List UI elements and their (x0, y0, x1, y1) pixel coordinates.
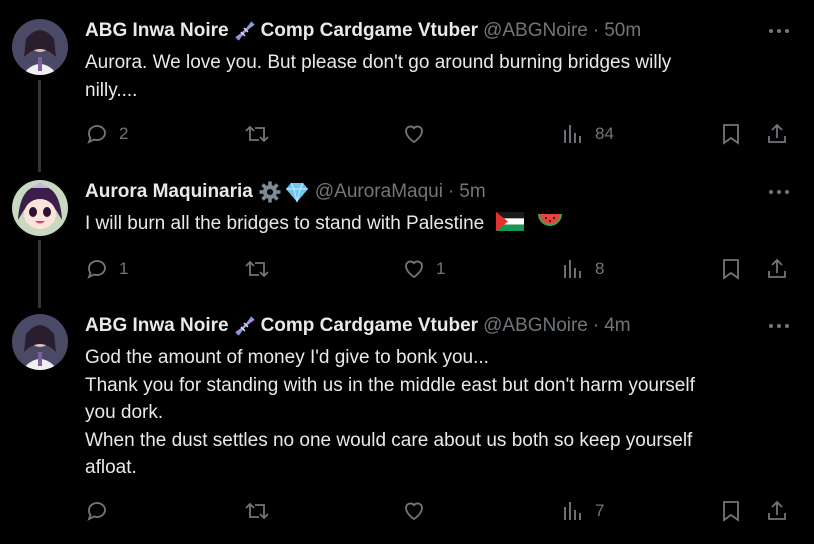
like-button[interactable]: 1 (402, 257, 445, 281)
tweet-text-line: I will burn all the bridges to stand wit… (85, 213, 485, 234)
reply-button[interactable] (85, 499, 119, 523)
bookmark-icon (723, 124, 739, 145)
tweet-actions: 7 (85, 499, 805, 523)
tweet-text: God the amount of money I'd give to bonk… (85, 344, 785, 482)
view-count: 84 (595, 124, 614, 143)
like-count: 1 (436, 259, 446, 278)
watermelon-icon (537, 211, 563, 240)
reply-count: 2 (119, 124, 129, 143)
tweet-text-line: God the amount of money I'd give to bonk… (85, 347, 489, 368)
share-button[interactable] (765, 257, 789, 281)
like-button[interactable] (402, 122, 436, 146)
share-button[interactable] (765, 122, 789, 146)
tweet-header: ABG Inwa Noire Comp Cardgame Vtuber @ABG… (85, 19, 641, 43)
palestine-flag-icon (495, 212, 524, 240)
tweet-text: I will burn all the bridges to stand wit… (85, 210, 785, 240)
tweet-text-line: Aurora. We love you. But please don't go… (85, 52, 672, 73)
bookmark-icon (723, 259, 739, 280)
repost-icon (245, 125, 269, 143)
tweet-actions: 2 84 (85, 122, 805, 146)
tweet-text: Aurora. We love you. But please don't go… (85, 49, 785, 104)
heart-icon (405, 260, 423, 279)
display-name-suffix[interactable]: Comp Cardgame Vtuber (261, 315, 478, 337)
heart-icon (405, 502, 423, 521)
tweet-text-line: When the dust settles no one would care … (85, 429, 693, 451)
more-dots-icon (769, 190, 789, 194)
tweet-header: ABG Inwa Noire Comp Cardgame Vtuber @ABG… (85, 314, 631, 338)
heart-icon (405, 125, 423, 144)
display-name[interactable]: ABG Inwa Noire (85, 20, 229, 42)
tweet-text-line: nilly.... (85, 79, 138, 101)
gear-icon (258, 180, 282, 204)
views-icon (564, 125, 581, 143)
like-button[interactable] (402, 499, 436, 523)
tweet-text-line: Thank you for standing with us in the mi… (85, 374, 695, 396)
repost-button[interactable] (244, 257, 280, 281)
avatar[interactable] (12, 19, 68, 75)
handle[interactable]: @ABGNoire (483, 315, 588, 337)
more-options-button[interactable] (768, 315, 790, 337)
handle[interactable]: @AuroraMaqui (315, 181, 443, 203)
separator: · (447, 181, 455, 202)
share-icon (768, 123, 786, 143)
views-button[interactable]: 7 (561, 499, 604, 523)
display-name[interactable]: ABG Inwa Noire (85, 315, 229, 337)
bookmark-button[interactable] (719, 499, 743, 523)
display-name[interactable]: Aurora Maquinaria (85, 181, 253, 203)
views-button[interactable]: 8 (561, 257, 604, 281)
view-count: 8 (595, 259, 605, 278)
display-name-suffix[interactable]: Comp Cardgame Vtuber (261, 20, 478, 42)
bookmark-button[interactable] (719, 257, 743, 281)
reply-button[interactable]: 2 (85, 122, 128, 146)
share-icon (768, 500, 786, 520)
tweet-text-line: afloat. (85, 457, 137, 478)
views-button[interactable]: 84 (561, 122, 614, 146)
repost-icon (245, 502, 269, 520)
tweet[interactable]: ABG Inwa Noire Comp Cardgame Vtuber @ABG… (0, 19, 814, 159)
share-button[interactable] (765, 499, 789, 523)
more-dots-icon (769, 29, 789, 33)
views-icon (564, 260, 581, 278)
gem-icon (284, 181, 310, 203)
tweet[interactable]: ABG Inwa Noire Comp Cardgame Vtuber @ABG… (0, 314, 814, 529)
view-count: 7 (595, 501, 605, 520)
views-icon (564, 502, 581, 520)
timestamp[interactable]: 50m (604, 20, 641, 42)
more-dots-icon (769, 324, 789, 328)
repost-button[interactable] (244, 122, 280, 146)
avatar[interactable] (12, 180, 68, 236)
repost-button[interactable] (244, 499, 280, 523)
reply-icon (87, 502, 106, 521)
bookmark-button[interactable] (719, 122, 743, 146)
bookmark-icon (723, 501, 739, 522)
tweet-text-line: you dork. (85, 402, 164, 423)
separator: · (592, 315, 600, 336)
tweet-actions: 1 1 8 (85, 257, 805, 281)
dna-icon (233, 19, 257, 43)
timestamp[interactable]: 4m (604, 315, 630, 337)
separator: · (592, 20, 600, 41)
more-options-button[interactable] (768, 181, 790, 203)
reply-icon (87, 260, 106, 279)
tweet-header: Aurora Maquinaria @AuroraMaqui · 5m (85, 180, 486, 204)
reply-count: 1 (119, 259, 129, 278)
handle[interactable]: @ABGNoire (483, 20, 588, 42)
share-icon (768, 258, 786, 278)
more-options-button[interactable] (768, 20, 790, 42)
reply-button[interactable]: 1 (85, 257, 128, 281)
timestamp[interactable]: 5m (459, 181, 485, 203)
reply-icon (87, 125, 106, 144)
dna-icon (233, 314, 257, 338)
avatar[interactable] (12, 314, 68, 370)
tweet[interactable]: Aurora Maquinaria @AuroraMaqui · 5m I wi… (0, 180, 814, 290)
repost-icon (245, 260, 269, 278)
